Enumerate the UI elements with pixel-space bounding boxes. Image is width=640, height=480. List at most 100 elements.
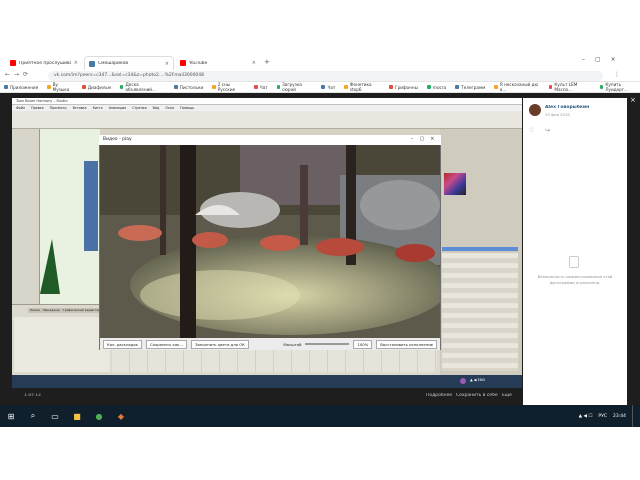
playback-controls: Кол. раскладок Сохранить как... Заполнит… bbox=[100, 338, 440, 350]
tab-close-icon[interactable]: × bbox=[74, 60, 78, 66]
show-desktop[interactable] bbox=[632, 405, 640, 427]
bookmark-item[interactable]: mocrа bbox=[426, 85, 446, 90]
drawing-canvas bbox=[40, 129, 100, 304]
bookmark-item[interactable]: Приложения bbox=[4, 85, 38, 90]
youtube-favicon-icon bbox=[180, 60, 186, 66]
bookmark-item[interactable]: Купить Луидорг... bbox=[599, 82, 640, 92]
bookmark-icon bbox=[426, 85, 431, 89]
bookmark-icon bbox=[120, 85, 124, 89]
bookmark-item[interactable]: Грифонны bbox=[389, 85, 418, 90]
explorer-icon[interactable]: ■ bbox=[66, 405, 88, 427]
bookmark-item[interactable]: Фонетика stop6 bbox=[344, 82, 380, 92]
chrome-icon[interactable]: ● bbox=[88, 405, 110, 427]
app-toolbar bbox=[12, 111, 522, 129]
bookmark-icon bbox=[599, 85, 604, 89]
like-icon[interactable]: ♡ bbox=[529, 127, 534, 134]
layouts-button[interactable]: Кол. раскладок bbox=[103, 339, 142, 349]
lock-icon bbox=[569, 256, 579, 268]
tools-panel bbox=[12, 129, 40, 304]
tray-icons[interactable]: ▲ ◀ ☐ bbox=[579, 414, 593, 419]
bookmark-item[interactable]: Диафильм bbox=[81, 85, 111, 90]
app-menu-item[interactable]: Анимация bbox=[109, 106, 126, 110]
bookmark-item[interactable]: 2 сны Русские bbox=[212, 82, 244, 92]
browser-tab-active[interactable]: Смешариков × bbox=[84, 56, 174, 70]
bookmark-label: Чат bbox=[259, 84, 268, 90]
window-controls[interactable]: –▢× bbox=[582, 56, 626, 63]
bookmark-label: Ву Музыка bbox=[52, 82, 70, 92]
bookmark-item[interactable]: Культ LEM Масло... bbox=[548, 82, 591, 92]
task-view-icon[interactable]: ▭ bbox=[44, 405, 66, 427]
nav-buttons[interactable]: ←→⟳ bbox=[5, 71, 32, 78]
bookmark-icon bbox=[455, 85, 460, 89]
app-menu-item[interactable]: Стрелка bbox=[132, 106, 146, 110]
new-tab-button[interactable]: + bbox=[264, 58, 270, 66]
timeline-tabs: Линии Менеджер Графический редактор bbox=[28, 308, 108, 313]
menu-icon[interactable]: ⋮ bbox=[614, 71, 620, 78]
bookmark-icon bbox=[253, 85, 258, 89]
start-button[interactable]: ⊞ bbox=[0, 405, 22, 427]
bookmark-icon bbox=[81, 85, 86, 89]
bookmark-icon bbox=[47, 85, 51, 89]
more-info-link[interactable]: Подробнее bbox=[426, 393, 452, 398]
bookmark-icon bbox=[4, 85, 8, 89]
avatar[interactable] bbox=[529, 104, 541, 116]
url-field[interactable]: vk.com/im?peers=c347...&sel=c34&z=photo2… bbox=[48, 71, 603, 81]
tab-close-icon[interactable]: × bbox=[252, 60, 256, 66]
close-viewer-icon[interactable]: × bbox=[630, 96, 636, 104]
browser-tab-youtube[interactable]: Приятное прослушиван – YouTube × bbox=[6, 56, 82, 70]
bookmark-item[interactable]: Доска объявлений... bbox=[120, 82, 165, 92]
zoom-label: Масштаб bbox=[283, 341, 302, 347]
bookmark-icon bbox=[389, 85, 394, 89]
app-menu-item[interactable]: Вид bbox=[153, 106, 160, 110]
bookmark-item[interactable]: Чат bbox=[321, 85, 335, 90]
bookmark-icon bbox=[276, 85, 281, 89]
author-name[interactable]: Alex Говорыбкин bbox=[545, 105, 589, 110]
clock[interactable]: 23:44 bbox=[613, 414, 626, 419]
bookmark-item[interactable]: Пистольки bbox=[173, 84, 204, 90]
share-icon[interactable]: ↪ bbox=[545, 127, 550, 134]
bookmark-item[interactable]: Я несказаный дю а... bbox=[494, 82, 540, 92]
bookmark-item[interactable]: Загрузка сюрой bbox=[276, 82, 313, 92]
photo-info-panel: Alex Говорыбкин 23 фев 2019 ♡ ↪ Возможно… bbox=[523, 98, 627, 405]
bookmark-label: 2 сны Русские bbox=[217, 82, 236, 92]
bookmark-item[interactable]: Телеграмм bbox=[455, 85, 485, 90]
playback-scene bbox=[100, 145, 440, 338]
bookmark-icon bbox=[321, 85, 326, 89]
app-icon[interactable]: ◆ bbox=[110, 405, 132, 427]
playback-title: Видео - play bbox=[99, 135, 441, 145]
app-menu-item[interactable]: Помощь bbox=[180, 106, 194, 110]
bookmark-label: Пистольки bbox=[179, 84, 204, 90]
language-indicator[interactable]: РУС bbox=[598, 414, 607, 419]
save-link[interactable]: Сохранить в себе bbox=[456, 393, 498, 398]
app-menu-item[interactable]: Вставка bbox=[73, 106, 87, 110]
bookmark-icon bbox=[173, 85, 178, 89]
restore-button[interactable]: Восстановить исполнение bbox=[376, 339, 437, 349]
bookmarks-bar: Приложения Ву Музыка Диафильм Доска объявле… bbox=[0, 82, 640, 93]
bookmark-label: Грифонны bbox=[395, 84, 418, 90]
zoom-value[interactable]: 100% bbox=[353, 339, 373, 349]
save-as-button[interactable]: Сохранить как... bbox=[145, 339, 188, 349]
windows-taskbar: ⊞ ⌕ ▭ ■ ● ◆ ▲ ◀ ☐ РУС 23:44 bbox=[0, 405, 640, 427]
app-menu-item[interactable]: Кисть bbox=[93, 106, 103, 110]
bookmark-label: Фонетика stop6 bbox=[349, 82, 372, 92]
app-menu-item[interactable]: Окна bbox=[165, 106, 174, 110]
zoom-slider[interactable] bbox=[305, 343, 350, 345]
bookmark-icon bbox=[548, 85, 553, 89]
photo-footer: 1 из 13 Подробнее Сохранить в себе Ещё bbox=[12, 388, 522, 405]
app-menu-item[interactable]: Файл bbox=[16, 106, 25, 110]
playback-window-controls[interactable]: –▢× bbox=[411, 136, 440, 142]
app-menu-item[interactable]: Правка bbox=[31, 106, 44, 110]
app-menu-item[interactable]: Просмотр bbox=[50, 106, 67, 110]
search-icon[interactable]: ⌕ bbox=[22, 405, 44, 427]
more-link[interactable]: Ещё bbox=[502, 393, 512, 398]
right-panel bbox=[440, 129, 522, 375]
tab-close-icon[interactable]: × bbox=[165, 61, 169, 67]
inner-taskbar: ▲ ◀ ENG bbox=[12, 375, 522, 388]
bookmark-icon bbox=[344, 85, 348, 89]
browser-tab-youtube-2[interactable]: YouTube × bbox=[176, 56, 260, 70]
fill-colors-button[interactable]: Заполнить цвета для ОК bbox=[191, 339, 249, 349]
bookmark-item[interactable]: Ву Музыка bbox=[47, 82, 73, 92]
photo-counter: 1 из 13 bbox=[24, 393, 41, 398]
post-date: 23 фев 2019 bbox=[545, 112, 570, 117]
bookmark-item[interactable]: Чат bbox=[253, 84, 268, 90]
